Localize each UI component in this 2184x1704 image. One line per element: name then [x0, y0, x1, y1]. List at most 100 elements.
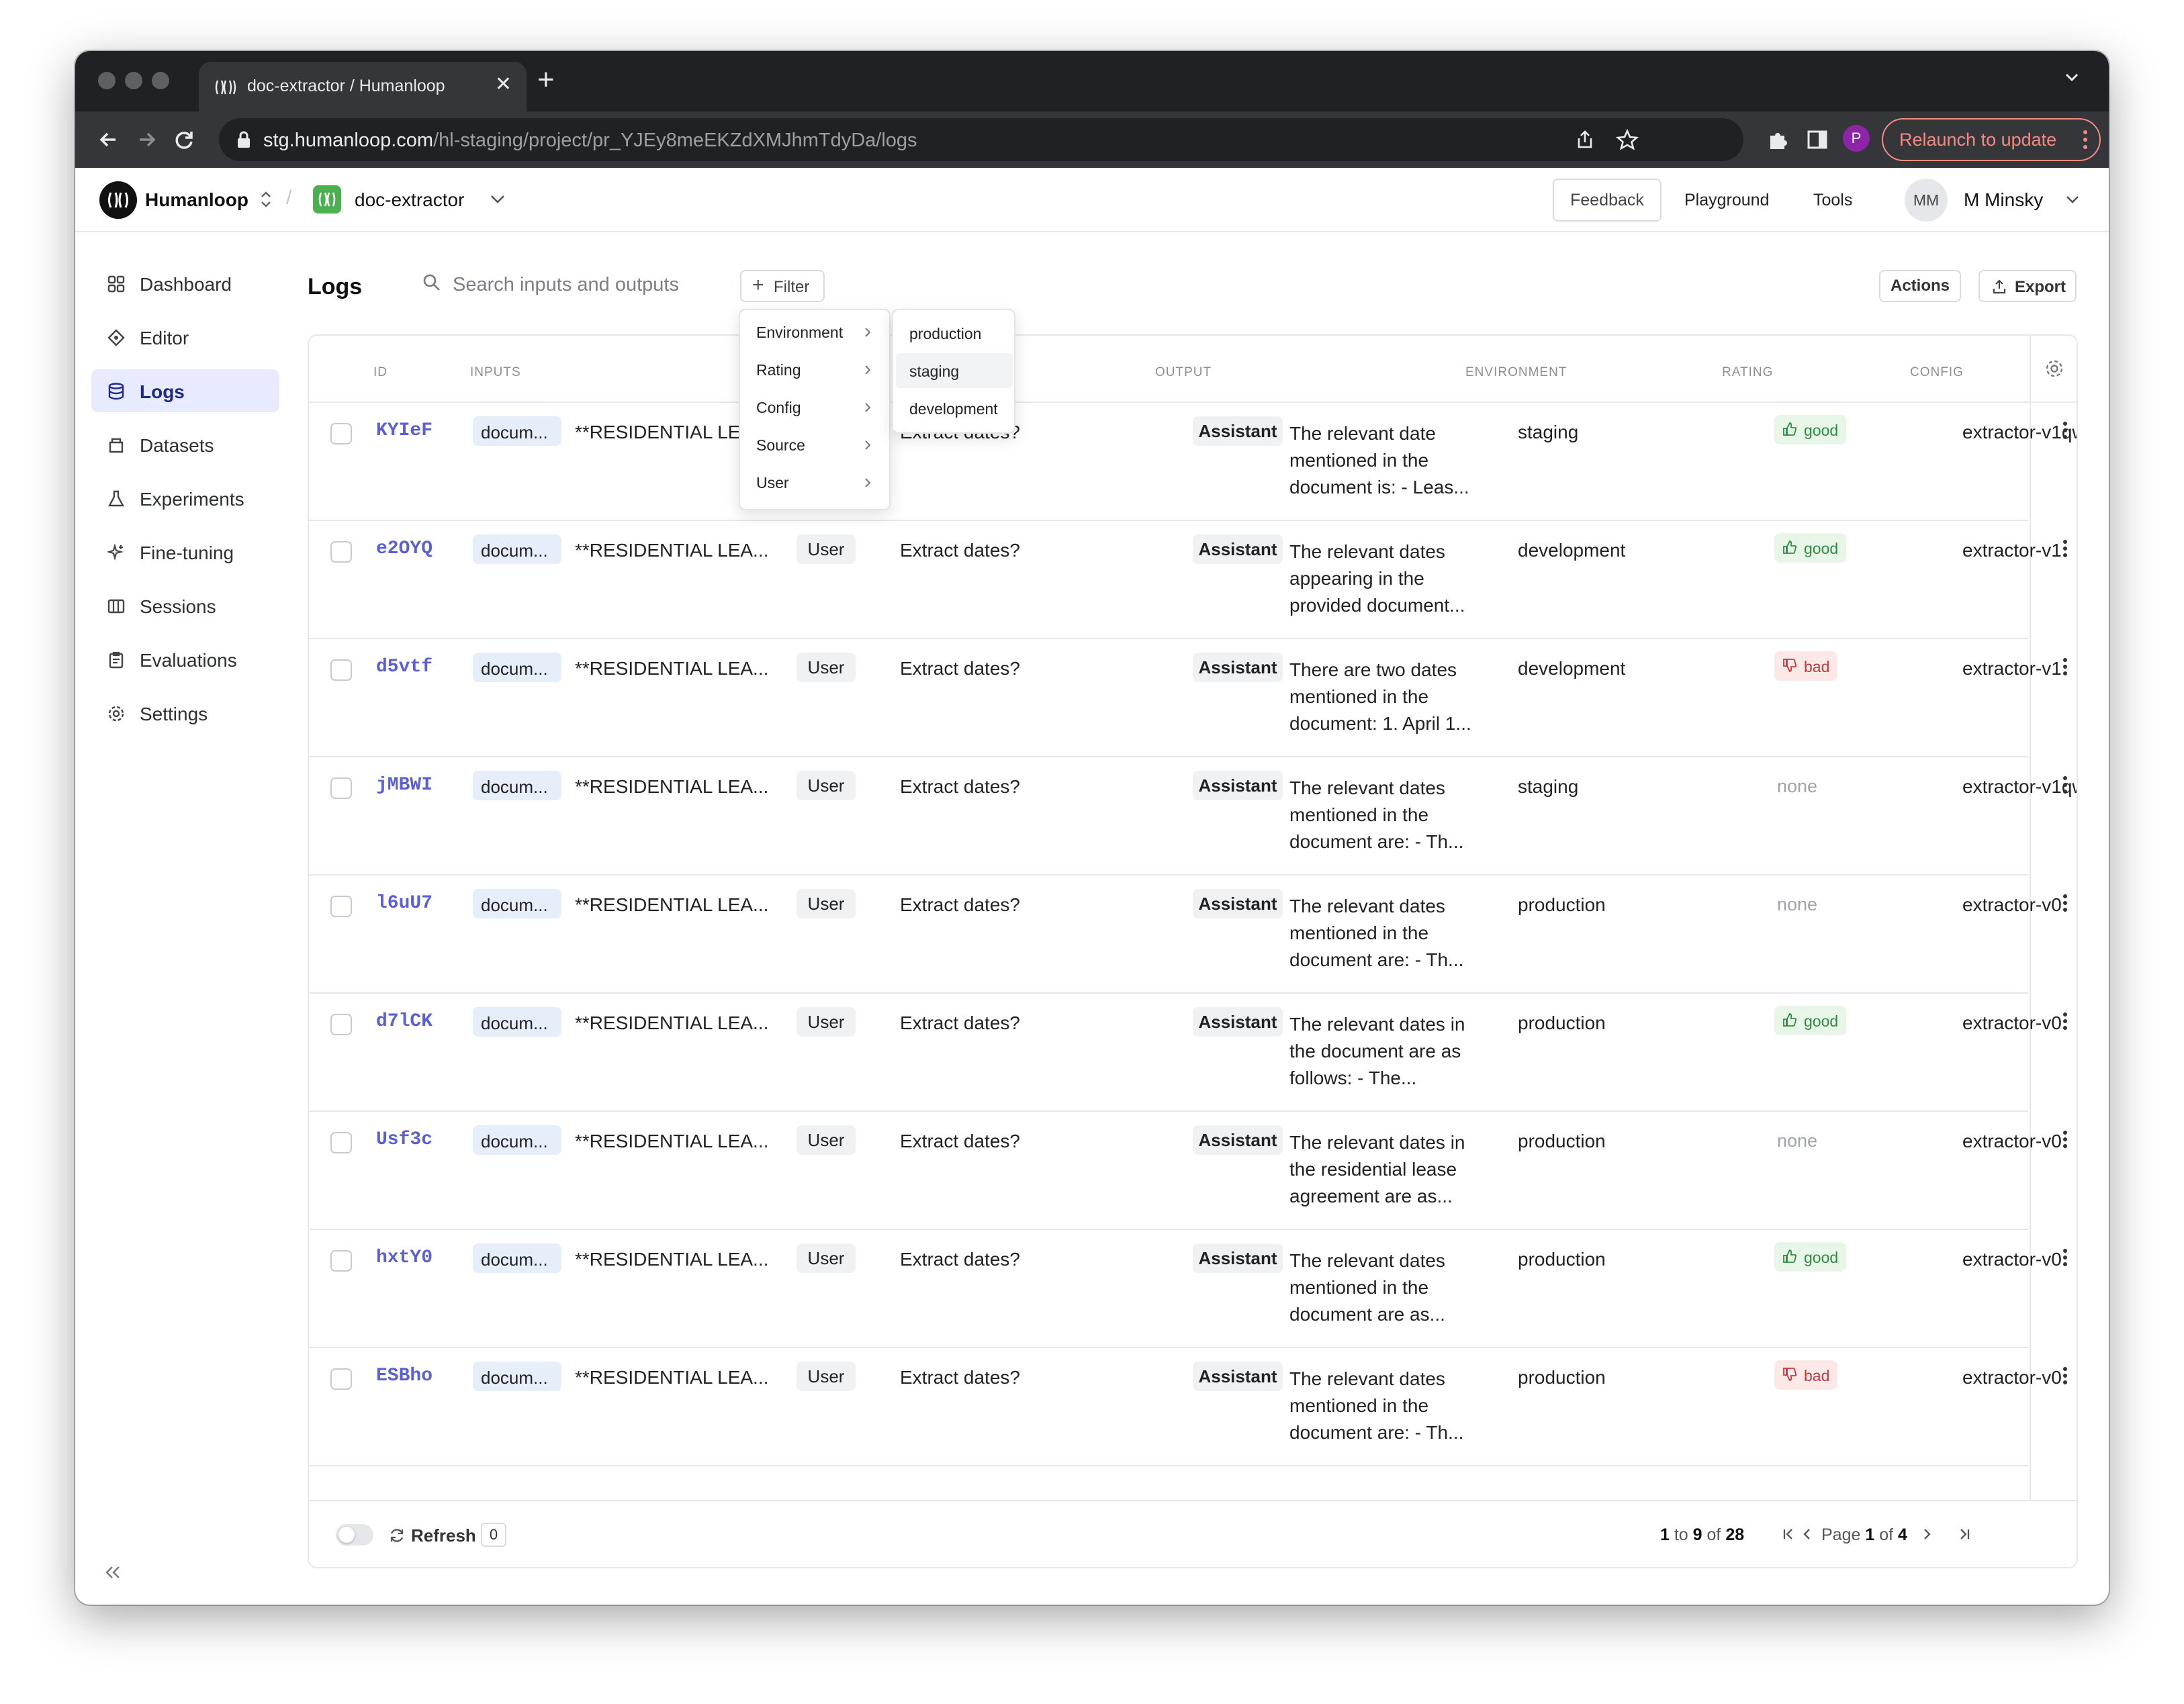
row-menu-icon[interactable] [2062, 1010, 2068, 1033]
first-page-icon[interactable] [1780, 1525, 1797, 1543]
row-checkbox[interactable] [330, 1132, 352, 1153]
sidebar-item-sessions[interactable]: Sessions [91, 584, 279, 627]
table-row[interactable]: ESBho docum... **RESIDENTIAL LEA... User Ext… [309, 1348, 2067, 1466]
sidebar-item-experiments[interactable]: Experiments [91, 477, 279, 520]
window-minimize-dot[interactable] [125, 72, 142, 89]
humanloop-logo[interactable] [99, 181, 137, 219]
workspace-name[interactable]: Humanloop [145, 189, 248, 211]
rating-badge-bad[interactable]: bad [1774, 1360, 1838, 1390]
sidebar-item-editor[interactable]: Editor [91, 316, 279, 359]
relaunch-button[interactable]: Relaunch to update [1882, 118, 2101, 161]
feedback-button[interactable]: Feedback [1553, 179, 1662, 222]
sidebar-item-settings[interactable]: Settings [91, 692, 279, 735]
row-menu-icon[interactable] [2062, 892, 2068, 914]
column-header-id[interactable]: ID [373, 365, 388, 380]
column-header-config[interactable]: CONFIG [1910, 365, 1964, 380]
user-menu-chevron-icon[interactable] [2064, 193, 2081, 207]
row-checkbox[interactable] [330, 541, 352, 563]
row-checkbox[interactable] [330, 1368, 352, 1390]
log-id-link[interactable]: l6uU7 [376, 893, 433, 914]
row-checkbox[interactable] [330, 423, 352, 444]
table-row[interactable]: l6uU7 docum... **RESIDENTIAL LEA... User Ext… [309, 875, 2067, 994]
last-page-icon[interactable] [1956, 1525, 1973, 1543]
previous-page-icon[interactable] [1799, 1525, 1816, 1543]
project-name[interactable]: doc-extractor [355, 189, 464, 211]
environment-option-development[interactable]: development [896, 391, 1013, 426]
user-avatar[interactable]: MM [1905, 179, 1948, 222]
workspace-switcher-icon[interactable] [258, 188, 274, 211]
row-menu-icon[interactable] [2062, 419, 2068, 442]
row-menu-icon[interactable] [2062, 1364, 2068, 1387]
sidebar-item-datasets[interactable]: Datasets [91, 423, 279, 466]
bookmark-star-icon[interactable] [1616, 129, 1639, 150]
reload-icon[interactable] [168, 124, 200, 156]
filter-menu-item-config[interactable]: Config [740, 389, 889, 426]
collapse-sidebar-icon[interactable] [103, 1564, 122, 1580]
column-header-inputs[interactable]: INPUTS [470, 365, 521, 380]
filter-menu-item-rating[interactable]: Rating [740, 352, 889, 388]
playground-link[interactable]: Playground [1684, 191, 1769, 210]
log-id-link[interactable]: d7lCK [376, 1011, 433, 1032]
row-menu-icon[interactable] [2062, 537, 2068, 560]
table-row[interactable]: d5vtf docum... **RESIDENTIAL LEA... User Ext… [309, 639, 2067, 757]
tab-search-chevron-icon[interactable] [2063, 68, 2081, 86]
table-row[interactable]: d7lCK docum... **RESIDENTIAL LEA... User Ext… [309, 994, 2067, 1112]
next-page-icon[interactable] [1918, 1525, 1936, 1543]
log-id-link[interactable]: ESBho [376, 1366, 433, 1386]
sidebar-item-evaluations[interactable]: Evaluations [91, 638, 279, 681]
forward-icon[interactable] [130, 124, 163, 156]
sidebar-item-logs[interactable]: Logs [91, 369, 279, 412]
rating-badge-bad[interactable]: bad [1774, 651, 1838, 681]
back-icon[interactable] [93, 124, 125, 156]
row-checkbox[interactable] [330, 1014, 352, 1035]
environment-option-staging[interactable]: staging [896, 353, 1013, 388]
sidebar-item-fine-tuning[interactable]: Fine-tuning [91, 530, 279, 573]
tab-close-icon[interactable]: ✕ [495, 73, 512, 96]
search-input[interactable] [453, 269, 721, 301]
table-row[interactable]: e2OYQ docum... **RESIDENTIAL LEA... User Ext… [309, 521, 2067, 639]
log-id-link[interactable]: Usf3c [376, 1129, 433, 1150]
user-name[interactable]: M Minsky [1964, 189, 2043, 211]
log-id-link[interactable]: KYIeF [376, 420, 433, 441]
column-settings-gear-icon[interactable] [2044, 359, 2064, 379]
browser-menu-icon[interactable] [2082, 128, 2089, 151]
row-checkbox[interactable] [330, 777, 352, 799]
table-row[interactable]: KYIeFdocum...**RESIDENTIAL LEA...UserExt… [309, 403, 2077, 521]
filter-button[interactable]: + Filter [740, 270, 825, 302]
column-header-environment[interactable]: ENVIRONMENT [1465, 365, 1567, 380]
address-bar[interactable]: stg.humanloop.com/hl-staging/project/pr_… [219, 118, 1743, 161]
actions-button[interactable]: Actions [1879, 270, 1961, 302]
filter-menu-item-environment[interactable]: Environment [740, 314, 889, 350]
log-id-link[interactable]: e2OYQ [376, 538, 433, 559]
rating-badge-good[interactable]: good [1774, 1242, 1847, 1272]
row-checkbox[interactable] [330, 896, 352, 917]
rating-badge-good[interactable]: good [1774, 1006, 1847, 1035]
log-id-link[interactable]: d5vtf [376, 657, 433, 677]
rating-badge-good[interactable]: good [1774, 415, 1847, 444]
extensions-puzzle-icon[interactable] [1766, 129, 1789, 152]
row-checkbox[interactable] [330, 659, 352, 681]
row-menu-icon[interactable] [2062, 1246, 2068, 1269]
table-row[interactable]: hxtY0 docum... **RESIDENTIAL LEA... User Ext… [309, 1230, 2067, 1348]
row-menu-icon[interactable] [2062, 1128, 2068, 1151]
log-id-link[interactable]: jMBWI [376, 775, 433, 796]
auto-refresh-toggle[interactable] [336, 1524, 373, 1546]
row-menu-icon[interactable] [2062, 773, 2068, 796]
profile-avatar[interactable]: P [1843, 125, 1870, 152]
table-row[interactable]: jMBWI docum... **RESIDENTIAL LEA... User Ext… [309, 757, 2077, 875]
log-id-link[interactable]: hxtY0 [376, 1247, 433, 1268]
window-close-dot[interactable] [98, 72, 116, 89]
table-row[interactable]: Usf3c docum... **RESIDENTIAL LEA... User Ext… [309, 1112, 2067, 1230]
filter-menu-item-user[interactable]: User [740, 465, 889, 501]
row-menu-icon[interactable] [2062, 655, 2068, 678]
refresh-button[interactable]: Refresh [411, 1525, 476, 1546]
column-header-output[interactable]: OUTPUT [1155, 365, 1212, 380]
filter-menu-item-source[interactable]: Source [740, 427, 889, 463]
rating-badge-good[interactable]: good [1774, 533, 1847, 563]
row-checkbox[interactable] [330, 1250, 352, 1272]
share-icon[interactable] [1574, 129, 1596, 150]
column-header-rating[interactable]: RATING [1722, 365, 1773, 380]
project-chevron-down-icon[interactable] [489, 192, 506, 207]
environment-option-production[interactable]: production [896, 316, 1013, 350]
browser-tab[interactable]: doc-extractor / Humanloop ✕ [199, 62, 527, 111]
